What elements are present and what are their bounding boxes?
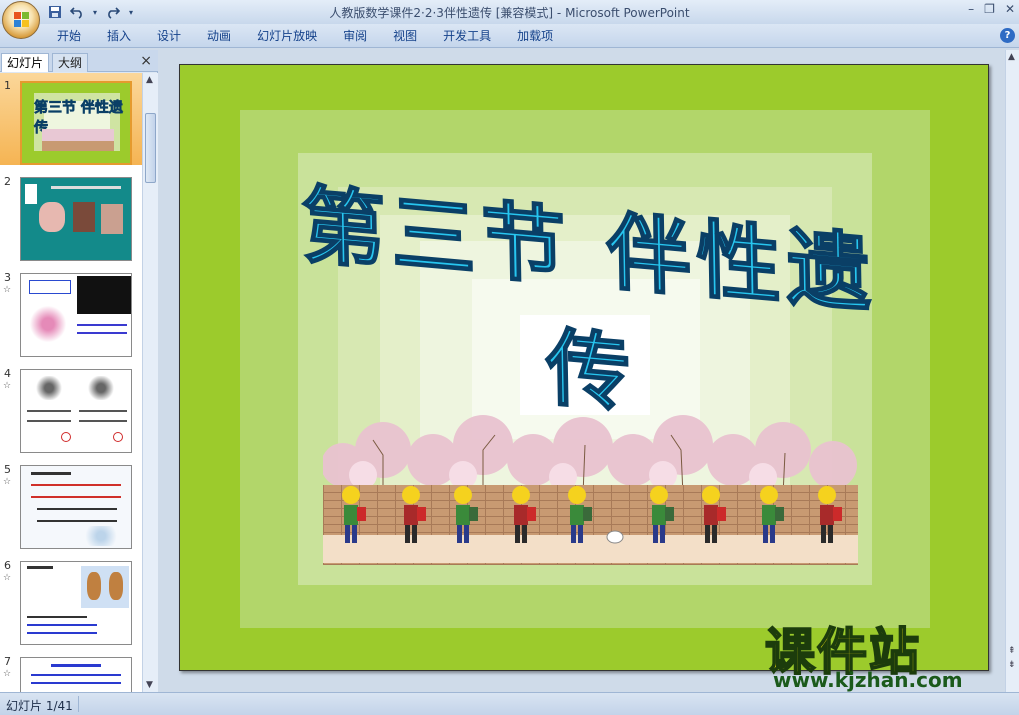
slide-number: 4 — [4, 367, 11, 380]
slide-preview — [20, 561, 132, 645]
animation-star-icon: ☆ — [3, 477, 12, 487]
slide-number: 3 — [4, 271, 11, 284]
slide-preview: 第三节 伴性遗传 — [20, 81, 132, 165]
slide-number: 7 — [4, 655, 11, 668]
restore-icon[interactable]: ❐ — [984, 2, 995, 16]
slide-editor: 第三节 伴性遗传 — [159, 50, 1005, 692]
ribbon-tab-bar: 开始 插入 设计 动画 幻灯片放映 审阅 视图 开发工具 加载项 ? — [0, 24, 1019, 48]
slide-preview — [20, 465, 132, 549]
tab-review[interactable]: 审阅 — [330, 28, 380, 46]
tab-slides[interactable]: 幻灯片 — [1, 53, 50, 72]
status-divider — [78, 696, 79, 712]
close-pane-icon[interactable]: × — [140, 53, 152, 69]
thumbnail-scrollbar[interactable]: ▲ ▼ — [142, 73, 158, 692]
slide-preview — [20, 657, 132, 692]
slide-counter: 幻灯片 1/41 — [6, 699, 73, 713]
scroll-up-icon[interactable]: ▲ — [1008, 52, 1015, 62]
window-controls: – ❐ ✕ — [968, 2, 1015, 16]
slide-thumbnail[interactable]: 6 ☆ — [0, 553, 142, 645]
slide-number: 1 — [4, 79, 11, 92]
animation-star-icon: ☆ — [3, 573, 12, 583]
slide-thumbnail[interactable]: 1 第三节 伴性遗传 — [0, 73, 142, 165]
office-button[interactable] — [2, 1, 40, 39]
tab-view[interactable]: 视图 — [380, 28, 430, 46]
cherry-blossom-illustration — [323, 415, 857, 495]
scroll-down-icon[interactable]: ▼ — [146, 680, 153, 690]
tab-home[interactable]: 开始 — [44, 28, 94, 46]
animation-star-icon: ☆ — [3, 669, 12, 679]
next-slide-icon[interactable]: ⇟ — [1008, 660, 1016, 670]
scroll-up-icon[interactable]: ▲ — [146, 75, 153, 85]
pane-tab-bar: 幻灯片 大纲 × — [0, 50, 158, 72]
status-bar: 幻灯片 1/41 — [0, 692, 1019, 715]
slide-thumbnail[interactable]: 7 ☆ — [0, 649, 142, 692]
animation-star-icon: ☆ — [3, 285, 12, 295]
slide-thumbnail[interactable]: 2 — [0, 169, 142, 261]
previous-slide-icon[interactable]: ⇞ — [1008, 646, 1016, 656]
close-icon[interactable]: ✕ — [1005, 2, 1015, 16]
watermark: 课件站 www.kjzhan.com — [764, 612, 1005, 692]
slide-preview — [20, 177, 132, 261]
window-title: 人教版数学课件2·2·3伴性遗传 [兼容模式] - Microsoft Powe… — [329, 6, 690, 20]
office-logo-icon — [14, 12, 30, 28]
slide-number: 6 — [4, 559, 11, 572]
tab-outline[interactable]: 大纲 — [52, 53, 89, 72]
scrollbar-thumb[interactable] — [145, 113, 156, 183]
slide-preview — [20, 369, 132, 453]
slide-canvas[interactable]: 第三节 伴性遗传 — [179, 64, 989, 671]
animation-star-icon: ☆ — [3, 381, 12, 391]
help-icon[interactable]: ? — [1000, 28, 1015, 43]
minimize-icon[interactable]: – — [968, 2, 974, 16]
tab-addins[interactable]: 加载项 — [504, 28, 566, 46]
slide-scrollbar[interactable]: ▲ ⇞ ⇟ — [1005, 50, 1019, 692]
slide-thumbnail-list: 1 第三节 伴性遗传 2 3 ☆ 4 ☆ 5 ☆ 6 ☆ 7 ☆ — [0, 73, 142, 692]
title-bar: ▾ ▾ 人教版数学课件2·2·3伴性遗传 [兼容模式] - Microsoft … — [0, 0, 1019, 24]
tab-animations[interactable]: 动画 — [194, 28, 244, 46]
tab-developer[interactable]: 开发工具 — [430, 28, 504, 46]
tab-insert[interactable]: 插入 — [94, 28, 144, 46]
slide-thumbnail[interactable]: 4 ☆ — [0, 361, 142, 453]
slides-pane: 幻灯片 大纲 × 1 第三节 伴性遗传 2 3 ☆ 4 ☆ 5 ☆ 6 ☆ 7 … — [0, 50, 158, 692]
slide-number: 2 — [4, 175, 11, 188]
slide-number: 5 — [4, 463, 11, 476]
slide-thumbnail[interactable]: 5 ☆ — [0, 457, 142, 549]
watermark-url: www.kjzhan.com — [773, 668, 963, 692]
slide-preview — [20, 273, 132, 357]
slide-thumbnail[interactable]: 3 ☆ — [0, 265, 142, 357]
tab-slideshow[interactable]: 幻灯片放映 — [244, 28, 330, 46]
students-illustration — [342, 486, 842, 544]
tab-design[interactable]: 设计 — [144, 28, 194, 46]
